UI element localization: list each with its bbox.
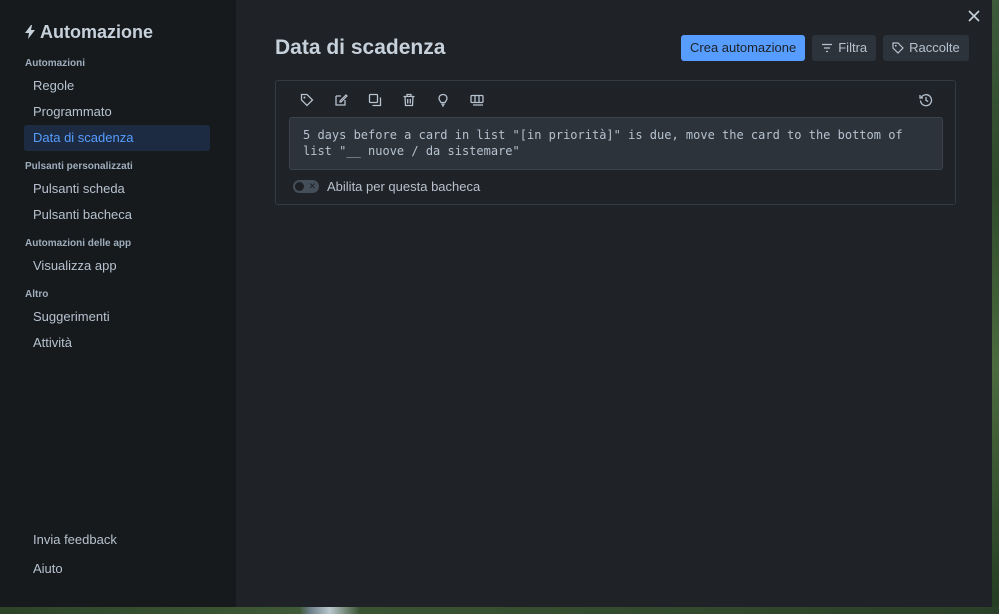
background-edge-bottom	[0, 606, 999, 614]
copy-icon	[368, 93, 382, 107]
rule-description: 5 days before a card in list "[in priori…	[289, 117, 943, 170]
toggle-off-icon: ✕	[308, 181, 316, 191]
sidebar-title: Automazione	[24, 20, 236, 44]
close-icon	[968, 10, 980, 22]
sidebar-group-automations: Automazioni Regole Programmato Data di s…	[24, 57, 236, 151]
automation-modal: Automazione Automazioni Regole Programma…	[0, 0, 992, 607]
board-rule-button[interactable]	[468, 91, 486, 109]
sidebar-item-view-apps[interactable]: Visualizza app	[24, 253, 210, 279]
sidebar-item-board-buttons[interactable]: Pulsanti bacheca	[24, 202, 210, 228]
rule-history-button[interactable]	[917, 91, 935, 109]
sidebar-item-rules[interactable]: Regole	[24, 73, 210, 99]
sidebar-item-due-date[interactable]: Data di scadenza	[24, 125, 210, 151]
page-title: Data di scadenza	[275, 36, 446, 59]
enable-toggle-label: Abilita per questa bacheca	[327, 179, 481, 194]
sidebar: Automazione Automazioni Regole Programma…	[0, 0, 236, 607]
send-feedback-link[interactable]: Invia feedback	[24, 527, 210, 553]
sidebar-group-custom-buttons: Pulsanti personalizzati Pulsanti scheda …	[24, 160, 236, 228]
rule-card: 5 days before a card in list "[in priori…	[275, 80, 956, 205]
section-label: Pulsanti personalizzati	[25, 161, 133, 172]
filter-label: Filtra	[838, 40, 868, 55]
collections-button[interactable]: Raccolte	[883, 35, 969, 61]
delete-rule-button[interactable]	[400, 91, 418, 109]
suggest-rule-button[interactable]	[434, 91, 452, 109]
sidebar-bottom: Invia feedback Aiuto	[24, 524, 210, 582]
collections-label: Raccolte	[909, 40, 960, 55]
tag-icon	[300, 93, 314, 107]
tag-icon	[892, 42, 904, 54]
tag-rule-button[interactable]	[298, 91, 316, 109]
close-button[interactable]	[964, 6, 984, 26]
trash-icon	[403, 93, 415, 107]
sidebar-item-scheduled[interactable]: Programmato	[24, 99, 210, 125]
sidebar-item-suggestions[interactable]: Suggerimenti	[24, 304, 210, 330]
board-icon	[470, 94, 484, 106]
enable-toggle[interactable]: ✕	[293, 180, 319, 193]
sidebar-group-app-automations: Automazioni delle app Visualizza app	[24, 237, 236, 279]
section-label: Automazioni delle app	[25, 238, 132, 249]
background-edge-right	[991, 0, 999, 614]
sidebar-group-other: Altro Suggerimenti Attività	[24, 288, 236, 356]
main-content: Data di scadenza Crea automazione Filtra…	[236, 0, 992, 607]
rule-toolbar	[298, 91, 486, 109]
enable-toggle-row: ✕ Abilita per questa bacheca	[293, 179, 480, 194]
lightning-icon	[25, 25, 35, 39]
create-automation-label: Crea automazione	[690, 40, 797, 55]
sidebar-title-text: Automazione	[40, 21, 154, 42]
filter-button[interactable]: Filtra	[812, 35, 877, 61]
filter-icon	[822, 43, 833, 53]
history-icon	[919, 94, 933, 107]
sidebar-item-activity[interactable]: Attività	[24, 330, 210, 356]
section-label: Automazioni	[25, 58, 85, 69]
help-link[interactable]: Aiuto	[24, 556, 210, 582]
edit-rule-button[interactable]	[332, 91, 350, 109]
toggle-knob	[295, 182, 304, 191]
lightbulb-icon	[438, 93, 448, 107]
section-label: Altro	[25, 289, 49, 300]
copy-rule-button[interactable]	[366, 91, 384, 109]
create-automation-button[interactable]: Crea automazione	[681, 35, 806, 61]
edit-icon	[335, 94, 348, 106]
sidebar-item-card-buttons[interactable]: Pulsanti scheda	[24, 176, 210, 202]
header-actions: Crea automazione Filtra Raccolte	[681, 35, 969, 61]
